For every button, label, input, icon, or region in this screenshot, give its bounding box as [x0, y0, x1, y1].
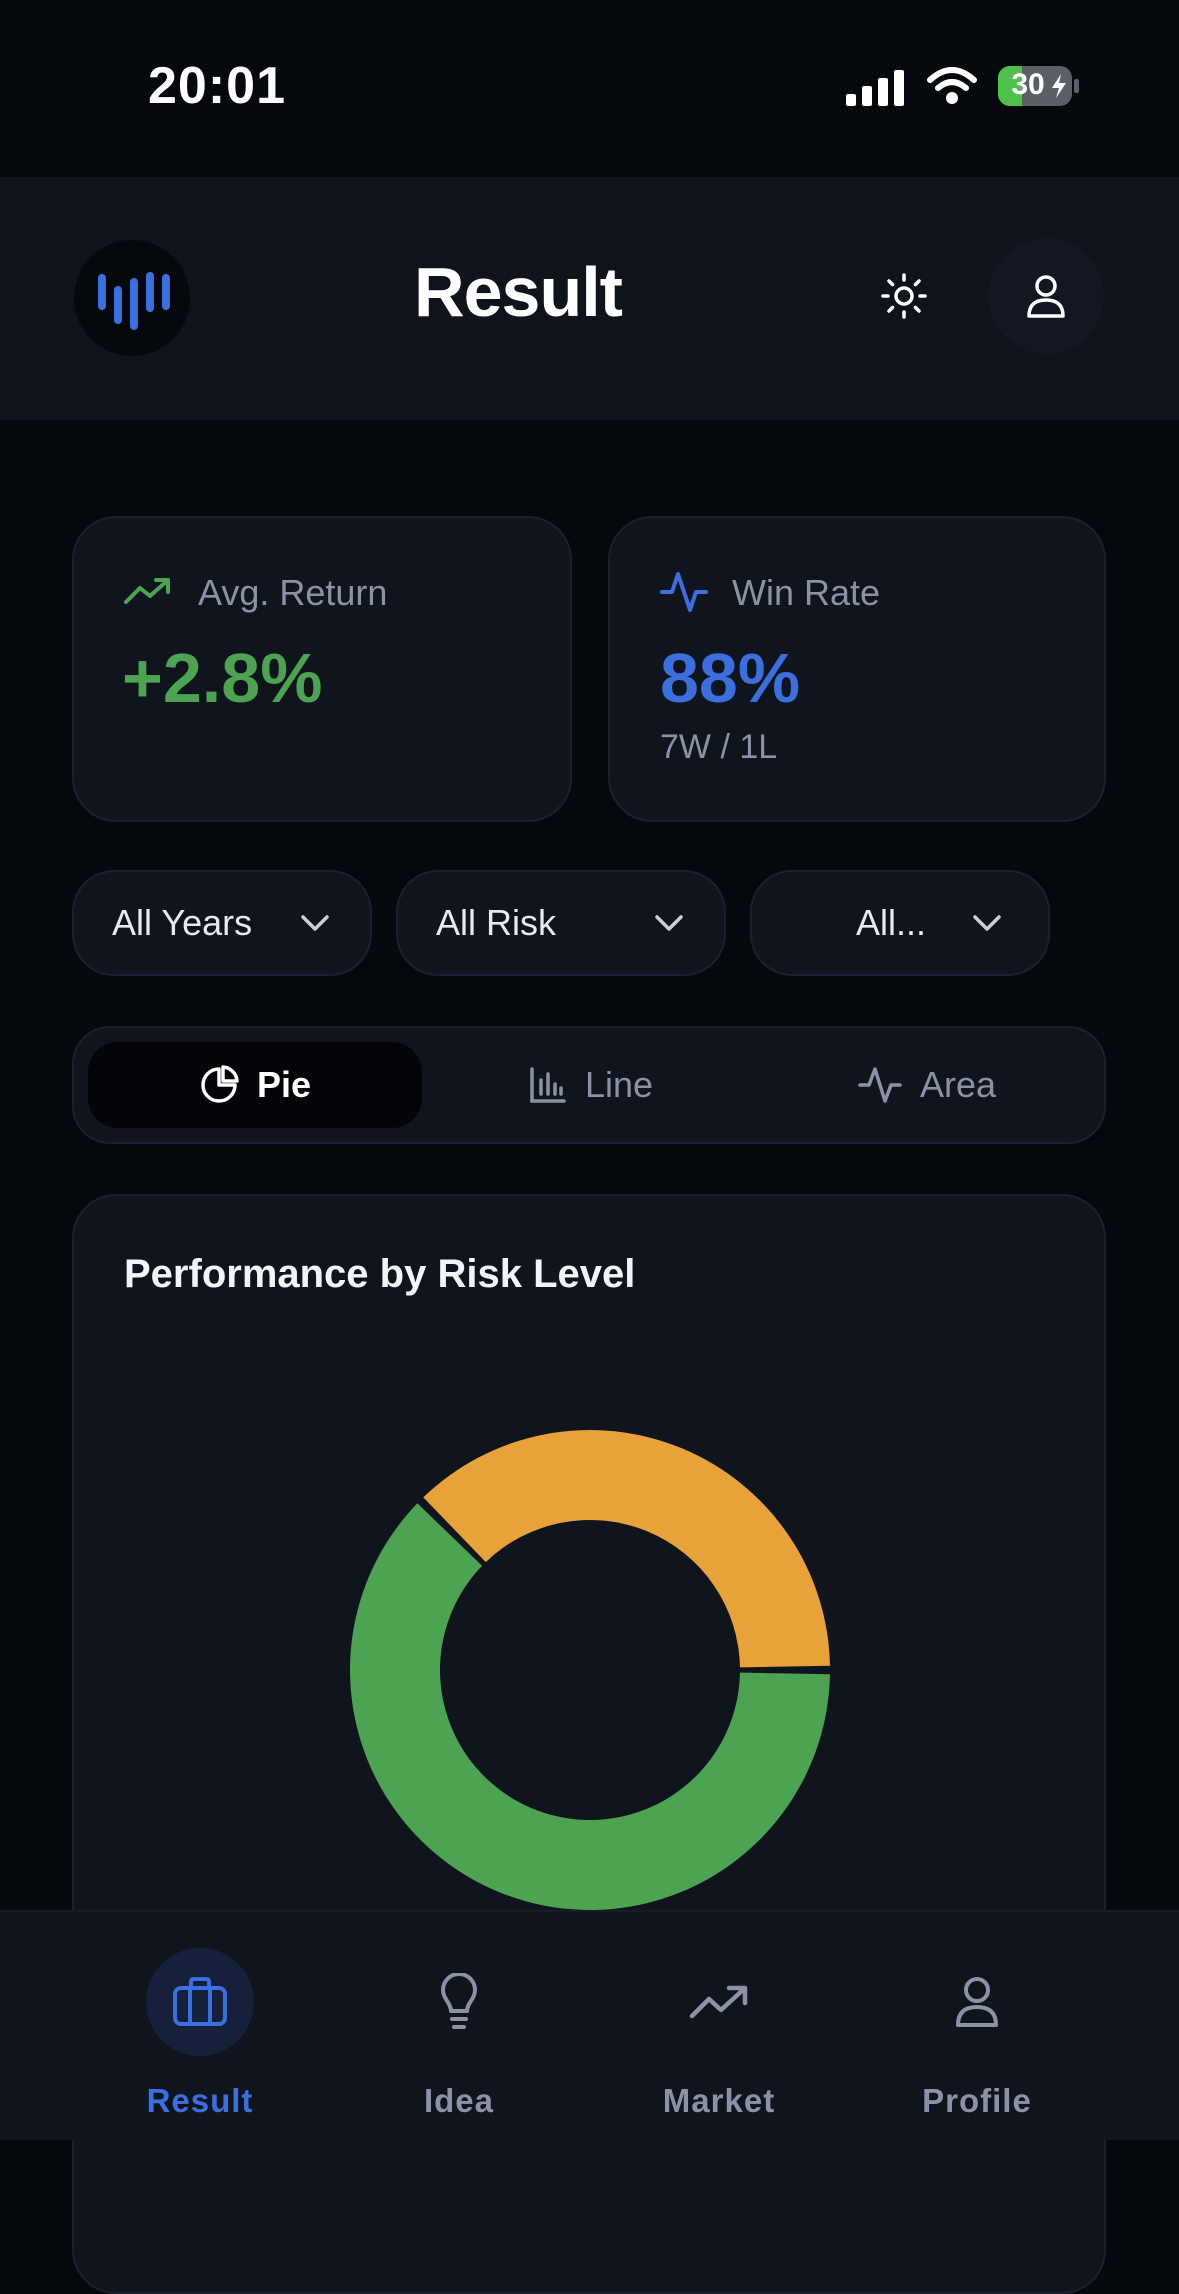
- tab-area-label: Area: [919, 1064, 997, 1105]
- risk-filter-select[interactable]: All Risk: [396, 870, 726, 976]
- activity-icon: [660, 572, 708, 612]
- win-loss-record: 7W / 1L: [660, 728, 778, 766]
- battery-icon: 30: [998, 66, 1079, 106]
- donut-chart: [350, 1430, 830, 1910]
- account-button[interactable]: [988, 238, 1104, 354]
- chart-title: Performance by Risk Level: [124, 1252, 636, 1296]
- lightbulb-icon: [441, 1973, 477, 2029]
- battery-level: 30: [1011, 68, 1045, 101]
- nav-result-label: Result: [146, 2082, 254, 2119]
- tab-pie-label: Pie: [256, 1064, 312, 1105]
- nav-market[interactable]: Market: [589, 1930, 849, 2120]
- nav-market-iconwrap: [665, 1948, 773, 2056]
- wifi-icon: [926, 66, 978, 111]
- activity-icon: [858, 1067, 902, 1103]
- nav-idea[interactable]: Idea: [329, 1930, 589, 2120]
- tab-area[interactable]: Area: [760, 1042, 1094, 1128]
- win-rate-label: Win Rate: [732, 572, 881, 613]
- avg-return-value: +2.8%: [122, 639, 323, 717]
- year-filter-select[interactable]: All Years: [72, 870, 372, 976]
- type-filter-select[interactable]: All...: [750, 870, 1050, 976]
- nav-result[interactable]: Result: [70, 1930, 330, 2120]
- type-filter-value: All...: [856, 902, 927, 943]
- trending-up-icon: [689, 1985, 748, 2019]
- avg-return-card: Avg. Return +2.8%: [72, 516, 572, 822]
- win-rate-value: 88%: [660, 639, 801, 717]
- nav-profile-iconwrap: [923, 1948, 1031, 2056]
- status-time: 20:01: [148, 57, 286, 115]
- risk-filter-value: All Risk: [436, 902, 557, 943]
- sun-icon: [881, 273, 927, 319]
- user-icon: [1027, 275, 1065, 318]
- chevron-down-icon: [973, 915, 1001, 931]
- chevron-down-icon: [301, 915, 329, 931]
- tab-line-label: Line: [584, 1064, 654, 1105]
- nav-market-label: Market: [662, 2082, 776, 2119]
- tab-pie[interactable]: Pie: [88, 1042, 422, 1128]
- chart-type-tabs: Pie Line Area: [72, 1026, 1106, 1144]
- nav-idea-iconwrap: [405, 1948, 513, 2056]
- chevron-down-icon: [655, 915, 683, 931]
- donut-slice-1[interactable]: [423, 1430, 830, 1668]
- win-rate-card: Win Rate 88% 7W / 1L: [608, 516, 1106, 822]
- nav-idea-label: Idea: [423, 2082, 495, 2119]
- nav-profile-label: Profile: [922, 2082, 1032, 2119]
- signal-icon: [846, 70, 904, 111]
- briefcase-icon: [173, 1977, 227, 2026]
- avg-return-label: Avg. Return: [198, 572, 388, 613]
- user-icon: [956, 1977, 998, 2027]
- bar-chart-icon: [530, 1067, 566, 1103]
- nav-profile[interactable]: Profile: [847, 1930, 1107, 2120]
- trending-up-icon: [124, 578, 170, 604]
- theme-toggle-button[interactable]: [846, 238, 962, 354]
- year-filter-value: All Years: [112, 902, 253, 943]
- tab-line[interactable]: Line: [424, 1042, 758, 1128]
- pie-chart-icon: [201, 1065, 239, 1103]
- nav-result-highlight: [146, 1948, 254, 2056]
